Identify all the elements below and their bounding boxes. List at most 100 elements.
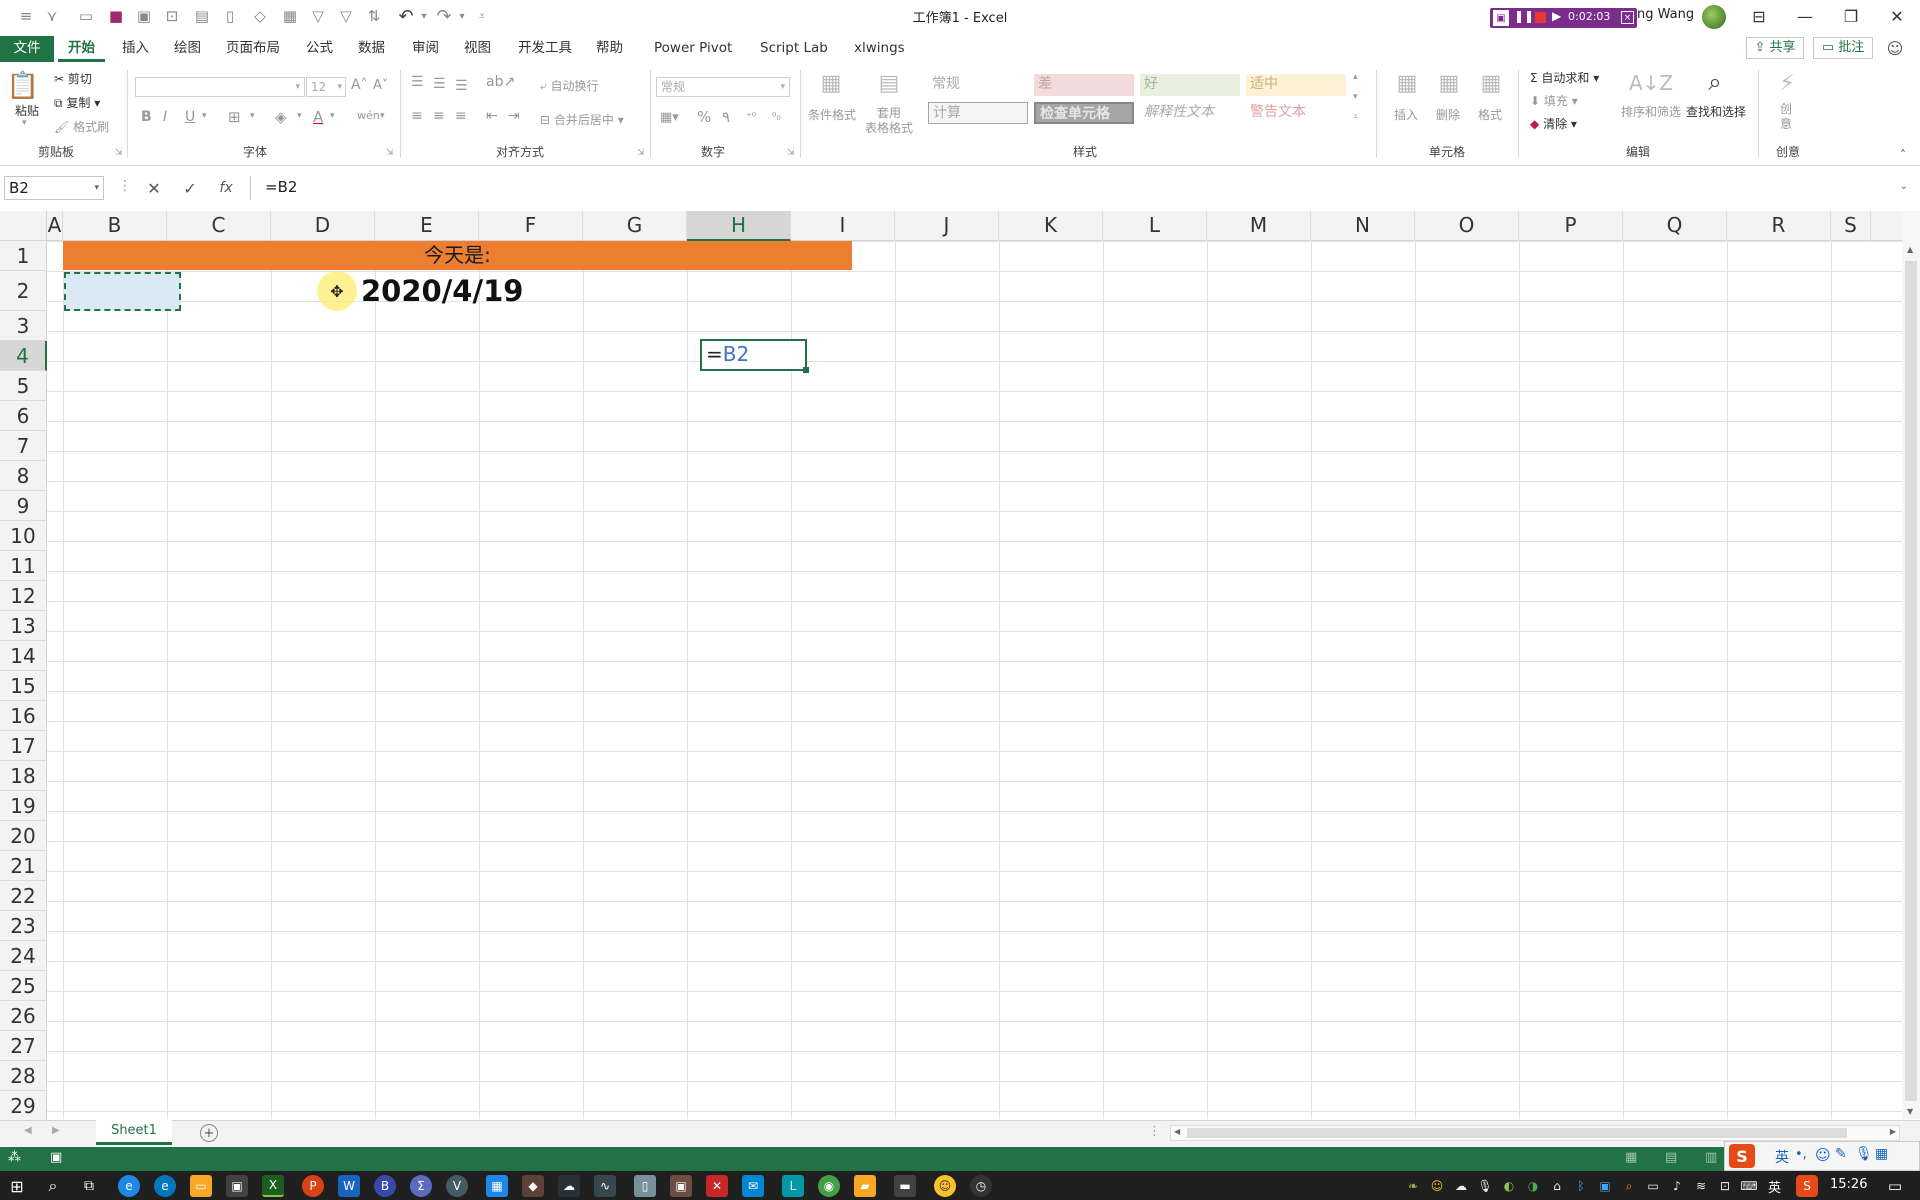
ideas-icon[interactable]: ⚡: [1772, 68, 1802, 98]
row-header-13[interactable]: 13: [0, 611, 47, 641]
enter-icon[interactable]: ✓: [178, 176, 202, 200]
app-cloud-icon[interactable]: ☁: [558, 1175, 580, 1197]
row-header-22[interactable]: 22: [0, 881, 47, 911]
app-smile-icon[interactable]: ☺: [934, 1175, 956, 1197]
fill-color-icon[interactable]: ◈: [275, 108, 287, 126]
tray-network-icon[interactable]: ⊡: [1716, 1175, 1734, 1197]
row-header-7[interactable]: 7: [0, 431, 47, 461]
start-icon[interactable]: ⊞: [6, 1175, 28, 1197]
ime-lang[interactable]: 英: [1775, 1147, 1789, 1167]
clipboard-launcher-icon[interactable]: ⇲: [115, 148, 123, 158]
phonetic-icon[interactable]: wén: [357, 109, 380, 122]
column-header-o[interactable]: O: [1415, 211, 1519, 241]
font-color-icon[interactable]: A: [313, 108, 323, 126]
row-header-27[interactable]: 27: [0, 1031, 47, 1061]
tray-bluetooth-icon[interactable]: ᛒ: [1572, 1175, 1590, 1197]
scroll-up-icon[interactable]: ▲: [1907, 245, 1913, 254]
recorder-widget[interactable]: ▣ ❚❚ ▶ 0:02:03 ×: [1490, 8, 1637, 28]
tray-mic-icon[interactable]: 🎙: [1476, 1175, 1494, 1197]
ie-icon[interactable]: e: [154, 1175, 176, 1197]
find-select-label[interactable]: 查找和选择: [1686, 103, 1746, 120]
row-header-15[interactable]: 15: [0, 671, 47, 701]
grow-font-icon[interactable]: A˄: [351, 77, 368, 93]
row-header-26[interactable]: 26: [0, 1001, 47, 1031]
row-header-4[interactable]: 4: [0, 341, 47, 371]
font-name-combo[interactable]: ▾: [135, 77, 305, 97]
app-keyboard-icon[interactable]: ▬: [894, 1175, 916, 1197]
tray-leaf-icon[interactable]: ❧: [1404, 1175, 1422, 1197]
insert-function-icon[interactable]: fx: [214, 176, 238, 200]
vertical-scroll-thumb[interactable]: [1905, 261, 1917, 1101]
excel-taskbar-icon[interactable]: X: [262, 1175, 284, 1197]
formula-input[interactable]: =B2 ⌄: [250, 176, 1914, 200]
row-header-19[interactable]: 19: [0, 791, 47, 821]
style-calculation[interactable]: 计算: [928, 102, 1028, 124]
row-header-1[interactable]: 1: [0, 241, 47, 271]
tag-icon[interactable]: ◇: [248, 4, 272, 28]
collapse-ribbon-icon[interactable]: ˄: [1900, 148, 1906, 162]
column-header-p[interactable]: P: [1519, 211, 1623, 241]
word-icon[interactable]: W: [338, 1175, 360, 1197]
column-header-i[interactable]: I: [791, 211, 895, 241]
font-color-dropdown-icon[interactable]: ▾: [330, 111, 335, 121]
row-header-14[interactable]: 14: [0, 641, 47, 671]
date-cell[interactable]: 2020/4/19: [361, 271, 621, 311]
tab-script-lab[interactable]: Script Lab: [750, 36, 838, 62]
prev-sheet-icon[interactable]: ◀: [24, 1125, 32, 1136]
increase-decimal-icon[interactable]: ⁺⁰: [746, 110, 756, 123]
column-header-f[interactable]: F: [479, 211, 583, 241]
insert-cells-icon[interactable]: ▦: [1392, 70, 1422, 96]
app-sigma-icon[interactable]: Σ: [410, 1175, 432, 1197]
alignment-launcher-icon[interactable]: ⇲: [637, 148, 645, 158]
vertical-scrollbar[interactable]: ▲ ▼: [1902, 211, 1920, 1119]
decrease-indent-icon[interactable]: ⇤: [486, 108, 498, 124]
tray-cloud-icon[interactable]: ☁: [1452, 1175, 1470, 1197]
select-all-corner[interactable]: [0, 211, 47, 241]
restore-icon[interactable]: ❐: [1828, 0, 1874, 32]
app-stats-icon[interactable]: ∿: [594, 1175, 616, 1197]
tray-app-icon[interactable]: ▣: [1596, 1175, 1614, 1197]
tray-ime-lang[interactable]: 英: [1768, 1177, 1781, 1196]
scroll-right-icon[interactable]: ▶: [1890, 1127, 1896, 1136]
tab-formulas[interactable]: 公式: [296, 36, 343, 62]
horizontal-scroll-thumb[interactable]: [1187, 1128, 1847, 1138]
format-as-table-icon[interactable]: ▤: [874, 70, 904, 96]
border-dropdown-icon[interactable]: ▾: [250, 111, 255, 121]
fit-icon[interactable]: ⊡: [160, 4, 184, 28]
column-header-b[interactable]: B: [63, 211, 167, 241]
expand-formula-icon[interactable]: ⌄: [1900, 176, 1908, 198]
percent-icon[interactable]: %: [697, 108, 711, 126]
copy-button[interactable]: ⧉ 复制 ▾: [54, 94, 100, 111]
styles-scroll-up-icon[interactable]: ▴: [1353, 72, 1358, 82]
sort-filter-icon[interactable]: A↓Z: [1629, 68, 1673, 98]
app-game-icon[interactable]: ◆: [522, 1175, 544, 1197]
conditional-format-label[interactable]: 条件格式: [808, 106, 856, 123]
qat-more-icon[interactable]: ⩡: [470, 4, 494, 28]
cell-grid[interactable]: 今天是: 2020/4/19 ✥ =B2: [47, 241, 1902, 1119]
tab-help[interactable]: 帮助: [586, 36, 633, 62]
row-header-18[interactable]: 18: [0, 761, 47, 791]
tab-file[interactable]: 文件: [0, 36, 54, 62]
filter-icon[interactable]: ▽: [306, 4, 330, 28]
tab-draw[interactable]: 绘图: [164, 36, 211, 62]
align-right-icon[interactable]: ≡: [455, 108, 467, 124]
banner-cell[interactable]: 今天是:: [63, 241, 852, 270]
row-header-8[interactable]: 8: [0, 461, 47, 491]
paste-dropdown-icon[interactable]: ▾: [22, 118, 27, 128]
edge-icon[interactable]: e: [118, 1175, 140, 1197]
accounting-icon[interactable]: ▦▾: [660, 110, 679, 125]
column-header-e[interactable]: E: [375, 211, 479, 241]
column-header-d[interactable]: D: [271, 211, 375, 241]
autosum-button[interactable]: Σ 自动求和 ▾: [1530, 69, 1599, 86]
add-sheet-icon[interactable]: +: [200, 1124, 218, 1142]
form-icon[interactable]: ▤: [190, 4, 214, 28]
scroll-down-icon[interactable]: ▼: [1907, 1107, 1913, 1116]
align-middle-icon[interactable]: ☰: [433, 76, 446, 92]
tray-wifi-icon[interactable]: ≋: [1692, 1175, 1710, 1197]
row-header-24[interactable]: 24: [0, 941, 47, 971]
row-header-29[interactable]: 29: [0, 1091, 47, 1121]
page-layout-view-icon[interactable]: ▤: [1665, 1150, 1677, 1165]
row-header-17[interactable]: 17: [0, 731, 47, 761]
column-header-l[interactable]: L: [1103, 211, 1207, 241]
chrome-icon[interactable]: ◉: [818, 1175, 840, 1197]
